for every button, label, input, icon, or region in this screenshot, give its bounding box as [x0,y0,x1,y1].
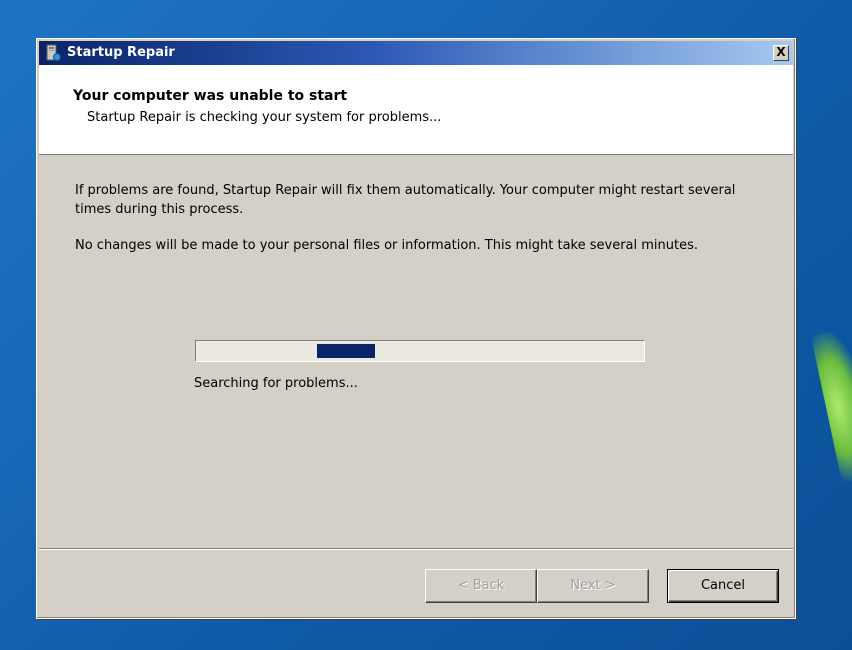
title-bar[interactable]: Startup Repair X [39,41,793,65]
header-title: Your computer was unable to start [73,88,348,104]
footer-separator [39,548,793,550]
info-paragraph-files: No changes will be made to your personal… [75,238,699,253]
progress-bar-segment [317,344,375,358]
dialog-header: Your computer was unable to start Startu… [39,65,793,155]
cancel-button[interactable]: Cancel [667,569,779,603]
progress-status: Searching for problems... [194,376,358,391]
back-button[interactable]: < Back [425,569,537,603]
wallpaper-leaf [810,327,852,483]
info-paragraph-restart: If problems are found, Startup Repair wi… [75,183,736,217]
close-icon[interactable]: X [773,45,789,61]
next-button[interactable]: Next > [537,569,649,603]
window-title: Startup Repair [67,45,175,60]
startup-repair-icon [45,44,61,62]
header-subtitle: Startup Repair is checking your system f… [87,110,442,125]
startup-repair-window: Startup Repair X Your computer was unabl… [36,38,796,619]
progress-bar [195,340,645,362]
